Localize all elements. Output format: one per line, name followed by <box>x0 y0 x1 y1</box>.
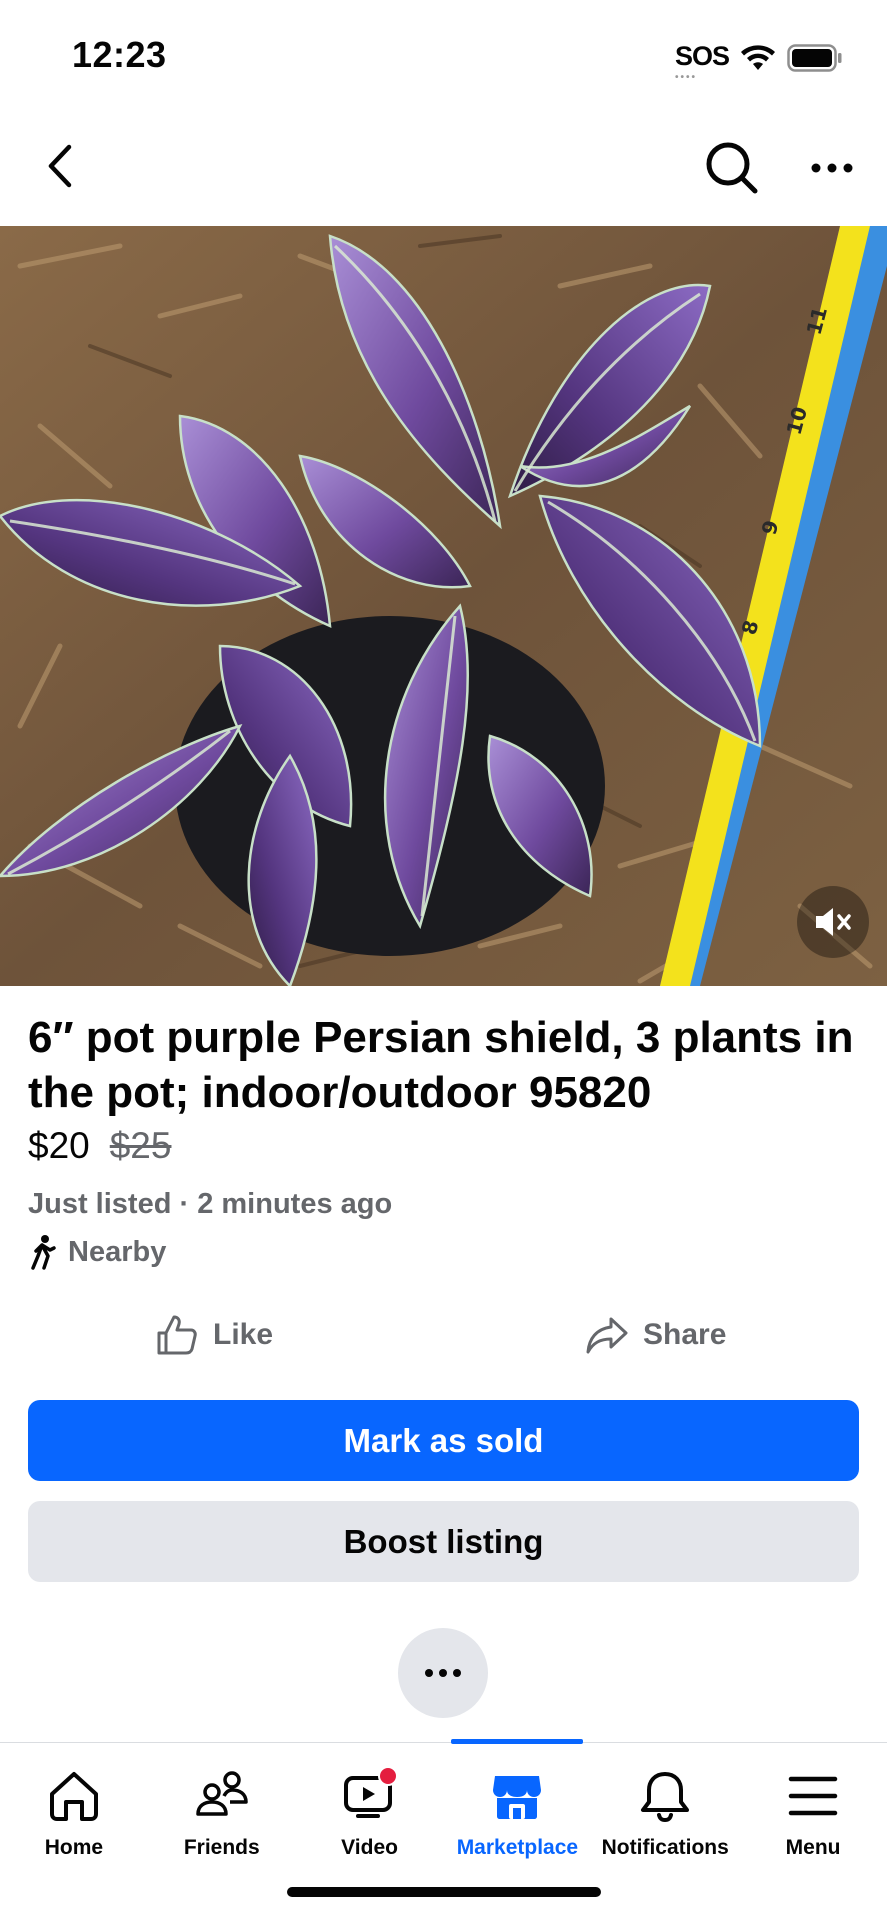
location-row: Nearby <box>28 1234 166 1270</box>
plant-photo: 11 10 9 8 <box>0 226 887 986</box>
home-icon <box>44 1766 104 1826</box>
mark-as-sold-button[interactable]: Mark as sold <box>28 1400 859 1481</box>
more-options-button[interactable] <box>800 136 864 200</box>
listing-photo[interactable]: 11 10 9 8 <box>0 226 887 986</box>
share-arrow-icon <box>586 1317 628 1354</box>
search-button[interactable] <box>700 136 764 200</box>
back-button[interactable] <box>30 136 90 196</box>
tab-label-marketplace: Marketplace <box>456 1836 579 1859</box>
tab-notifications[interactable]: Notifications <box>591 1744 739 1864</box>
back-chevron-icon <box>48 144 72 188</box>
tab-bar-divider <box>0 1742 887 1743</box>
status-bar: 12:23 SOS •••• <box>0 0 887 112</box>
status-indicators: SOS •••• <box>674 38 843 82</box>
sos-label: SOS <box>674 40 730 71</box>
friends-icon <box>192 1766 252 1826</box>
walking-person-icon <box>31 1235 56 1270</box>
signal-dots: •••• <box>674 71 697 83</box>
marketplace-icon <box>487 1766 547 1826</box>
tab-menu[interactable]: Menu <box>739 1744 887 1864</box>
tab-friends[interactable]: Friends <box>148 1744 296 1864</box>
tab-label-notifications: Notifications <box>601 1836 729 1859</box>
tab-marketplace[interactable]: Marketplace <box>443 1744 591 1864</box>
tab-label-menu: Menu <box>785 1836 841 1859</box>
bottom-tab-bar: Home Friends Video Marketplace Notificat… <box>0 1744 887 1864</box>
share-button[interactable]: Share <box>585 1305 726 1365</box>
tab-label-home: Home <box>44 1836 104 1859</box>
search-icon <box>706 142 758 194</box>
top-nav <box>0 112 887 224</box>
notification-badge <box>377 1766 398 1786</box>
current-price: $20 <box>28 1125 90 1166</box>
menu-icon <box>783 1766 843 1826</box>
tab-video[interactable]: Video <box>296 1744 444 1864</box>
location-label: Nearby <box>68 1235 167 1268</box>
home-indicator <box>287 1887 601 1897</box>
price-row: $20 $25 <box>28 1125 171 1167</box>
tab-label-video: Video <box>341 1836 398 1859</box>
tab-home[interactable]: Home <box>0 1744 148 1864</box>
battery-icon <box>787 44 842 72</box>
share-label: Share <box>643 1318 727 1351</box>
like-label: Like <box>213 1318 274 1351</box>
sos-indicator: SOS •••• <box>674 40 730 82</box>
mute-button[interactable] <box>797 886 869 958</box>
bell-icon <box>635 1766 695 1826</box>
more-horizontal-icon <box>811 163 853 173</box>
listed-time: Just listed · 2 minutes ago <box>28 1188 393 1220</box>
wifi-icon <box>741 45 775 70</box>
more-horizontal-icon <box>425 1669 461 1677</box>
thumbs-up-icon <box>157 1315 197 1355</box>
more-actions-button[interactable] <box>398 1628 488 1718</box>
tab-label-friends: Friends <box>183 1836 260 1859</box>
like-button[interactable]: Like <box>155 1305 273 1365</box>
listing-title: 6″ pot purple Persian shield, 3 plants i… <box>28 1013 854 1117</box>
speaker-muted-icon <box>816 908 851 936</box>
boost-listing-button[interactable]: Boost listing <box>28 1501 859 1582</box>
original-price: $25 <box>109 1125 172 1166</box>
status-time: 12:23 <box>72 34 167 75</box>
video-icon <box>340 1766 400 1826</box>
